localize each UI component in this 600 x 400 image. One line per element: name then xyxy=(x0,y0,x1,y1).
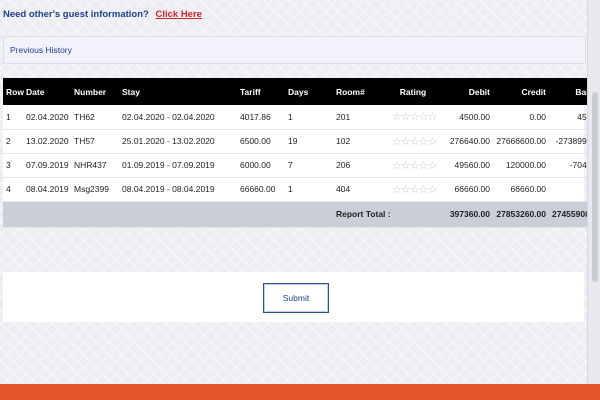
cell-credit: 120000.00 xyxy=(505,160,546,170)
cell-tariff: 66660.00 xyxy=(240,184,276,194)
total-credit: 27853260.00 xyxy=(496,209,546,219)
table-row: 4 08.04.2019 Msg2399 08.04.2019 - 08.04.… xyxy=(3,177,600,201)
cell-stay: 02.04.2020 - 02.04.2020 xyxy=(122,111,215,122)
cell-debit: 66660.00 xyxy=(454,184,490,194)
cell-tariff: 6500.00 xyxy=(240,136,271,146)
cell-rating[interactable]: ☆☆☆☆☆ xyxy=(389,129,437,153)
rating-stars-icon[interactable]: ☆☆☆☆☆ xyxy=(392,159,437,172)
previous-history-panel: Previous History xyxy=(3,36,586,64)
total-spacer xyxy=(3,201,333,227)
table-row: 2 13.02.2020 TH57 25.01.2020 - 13.02.202… xyxy=(3,129,600,153)
col-debit: Debit xyxy=(468,86,490,97)
cell-row: 2 xyxy=(6,136,11,146)
cell-room: 102 xyxy=(336,136,351,146)
cell-debit: 49560.00 xyxy=(454,160,490,170)
cell-date: 07.09.2019 xyxy=(26,160,69,170)
cell-rating[interactable]: ☆☆☆☆☆ xyxy=(389,105,437,129)
cell-row: 1 xyxy=(6,111,11,122)
cell-date: 13.02.2020 xyxy=(26,136,69,146)
cell-row: 3 xyxy=(6,160,11,170)
history-table-container: Row Date Number Stay Tariff Days Room# R… xyxy=(3,78,600,228)
guest-info-text: Need other's guest information? xyxy=(3,9,149,20)
col-credit: Credit xyxy=(521,86,546,97)
cell-room: 201 xyxy=(336,111,351,122)
cell-debit: 4500.00 xyxy=(459,111,490,122)
cell-number: TH62 xyxy=(74,111,95,122)
cell-number: Msg2399 xyxy=(74,184,109,194)
total-debit: 397360.00 xyxy=(449,209,490,219)
cell-row: 4 xyxy=(6,184,11,194)
col-stay: Stay xyxy=(122,86,140,97)
cell-room: 404 xyxy=(336,184,351,194)
guest-info-prompt: Need other's guest information? Click He… xyxy=(3,9,202,20)
rating-stars-icon[interactable]: ☆☆☆☆☆ xyxy=(392,183,437,196)
table-row: 3 07.09.2019 NHR437 01.09.2019 - 07.09.2… xyxy=(3,153,600,177)
cell-date: 08.04.2019 xyxy=(26,184,69,194)
rating-stars-icon[interactable]: ☆☆☆☆☆ xyxy=(392,135,437,148)
submit-button[interactable]: Submit xyxy=(263,283,329,313)
previous-history-title: Previous History xyxy=(10,45,72,55)
click-here-link[interactable]: Click Here xyxy=(155,9,201,20)
cell-number: TH57 xyxy=(74,136,95,146)
col-number: Number xyxy=(74,86,107,97)
cell-room: 206 xyxy=(336,160,351,170)
col-date: Date xyxy=(26,86,45,97)
cell-tariff: 6000.00 xyxy=(240,160,271,170)
cell-credit: 0.00 xyxy=(529,111,546,122)
cell-number: NHR437 xyxy=(74,160,107,170)
col-rating: Rating xyxy=(399,86,427,97)
table-row: 1 02.04.2020 TH62 02.04.2020 - 02.04.202… xyxy=(3,105,600,129)
col-row: Row xyxy=(6,86,24,97)
cell-days: 19 xyxy=(288,136,298,146)
cell-days: 1 xyxy=(288,184,293,194)
cell-debit: 276640.00 xyxy=(449,136,490,146)
cell-date: 02.04.2020 xyxy=(26,111,69,122)
history-table: Row Date Number Stay Tariff Days Room# R… xyxy=(3,78,600,228)
cell-stay: 25.01.2020 - 13.02.2020 xyxy=(122,136,215,146)
col-tariff: Tariff xyxy=(240,86,261,97)
col-room: Room# xyxy=(336,86,365,97)
cell-tariff: 4017.86 xyxy=(240,111,271,122)
vertical-scrollbar[interactable] xyxy=(587,0,600,384)
footer-bar xyxy=(0,384,600,400)
table-header-row: Row Date Number Stay Tariff Days Room# R… xyxy=(3,78,600,105)
rating-stars-icon[interactable]: ☆☆☆☆☆ xyxy=(392,110,437,123)
cell-days: 7 xyxy=(288,160,293,170)
report-total-label: Report Total : xyxy=(336,209,391,219)
cell-credit: 27666600.00 xyxy=(496,136,546,146)
cell-stay: 01.09.2019 - 07.09.2019 xyxy=(122,160,215,170)
cell-credit: 66660.00 xyxy=(510,184,546,194)
cell-rating[interactable]: ☆☆☆☆☆ xyxy=(389,177,437,201)
cell-rating[interactable]: ☆☆☆☆☆ xyxy=(389,153,437,177)
cell-days: 1 xyxy=(288,111,293,122)
report-total-row: Report Total : 397360.00 27853260.00 274… xyxy=(3,201,600,227)
cell-stay: 08.04.2019 - 08.04.2019 xyxy=(122,184,215,194)
scrollbar-thumb[interactable] xyxy=(592,92,598,282)
col-days: Days xyxy=(288,86,309,97)
